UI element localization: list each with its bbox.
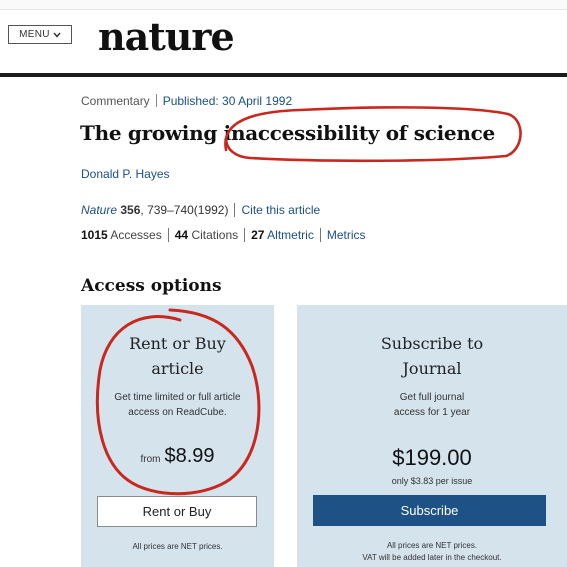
menu-button[interactable]: MENU (8, 25, 72, 44)
subscribe-desc-line-1: Get full journal (399, 392, 465, 403)
header-divider (0, 73, 567, 77)
journal-pages: , 739–740(1992) (140, 203, 229, 217)
subscribe-button[interactable]: Subscribe (313, 495, 546, 526)
per-issue-price: only $3.83 per issue (391, 476, 473, 486)
rent-card-title: Rent or Buy article (81, 331, 274, 381)
subscribe-price-row: $199.00 (297, 445, 567, 471)
author-link[interactable]: Donald P. Hayes (81, 167, 170, 181)
menu-label: MENU (19, 29, 50, 40)
metrics-bar: 1015 Accesses 44 Citations 27 Altmetric Met… (81, 228, 366, 242)
divider (234, 203, 236, 217)
rent-title-line-2: article (151, 359, 204, 378)
subscribe-desc-line-2: access for 1 year (393, 407, 471, 418)
subscribe-fine-line-2: VAT will be added later in the checkout. (362, 553, 502, 562)
rent-price-row: from $8.99 (81, 445, 274, 468)
divider (167, 228, 169, 242)
rent-desc-line-1: Get time limited or full article (114, 392, 241, 403)
accesses-count: 1015 (81, 228, 108, 242)
subscribe-title-line-1: Subscribe to (380, 334, 484, 353)
chevron-down-icon (53, 32, 61, 38)
access-options-heading: Access options (81, 276, 222, 296)
subscribe-card-title: Subscribe to Journal (297, 331, 567, 381)
divider (244, 228, 246, 242)
citation-line: Nature 356, 739–740(1992) Cite this artic… (81, 203, 320, 217)
altmetric-count: 27 (251, 228, 265, 242)
citations-count: 44 (174, 228, 189, 242)
subscribe-title-line-2: Journal (402, 359, 462, 378)
journal-volume: 356 (120, 203, 141, 217)
divider (319, 228, 321, 242)
altmetric-label[interactable]: Altmetric (267, 228, 314, 242)
journal-name: Nature (81, 203, 118, 217)
price-from-label: from (140, 454, 161, 465)
metrics-link[interactable]: Metrics (327, 228, 366, 242)
accesses-label: Accesses (110, 228, 162, 242)
cite-this-article-link[interactable]: Cite this article (241, 203, 320, 217)
subscribe-card: Subscribe to Journal Get full journal ac… (297, 305, 567, 567)
subscribe-fine-line-1: All prices are NET prices. (386, 541, 478, 550)
divider (155, 94, 157, 107)
subscribe-card-description: Get full journal access for 1 year (305, 390, 559, 420)
rent-price: $8.99 (164, 445, 215, 467)
citations-label: Citations (191, 228, 239, 242)
rent-fine-print: All prices are NET prices. (132, 542, 223, 551)
browser-top-strip (0, 0, 567, 10)
article-title: The growing inaccessibility of science (80, 121, 495, 145)
nature-logo[interactable]: nature (98, 14, 235, 60)
rent-title-line-1: Rent or Buy (129, 334, 226, 353)
article-meta: Commentary Published: 30 April 1992 (81, 94, 292, 108)
rent-card-description: Get time limited or full article access … (89, 390, 266, 420)
subscribe-fine-print: All prices are NET prices. VAT will be a… (297, 540, 567, 564)
rent-desc-line-2: access on ReadCube. (128, 407, 227, 418)
subscribe-price: $199.00 (392, 445, 472, 470)
rent-or-buy-button[interactable]: Rent or Buy (97, 496, 257, 527)
published-date: Published: 30 April 1992 (162, 94, 293, 108)
rent-or-buy-card: Rent or Buy article Get time limited or … (81, 305, 274, 567)
article-type: Commentary (81, 94, 150, 108)
